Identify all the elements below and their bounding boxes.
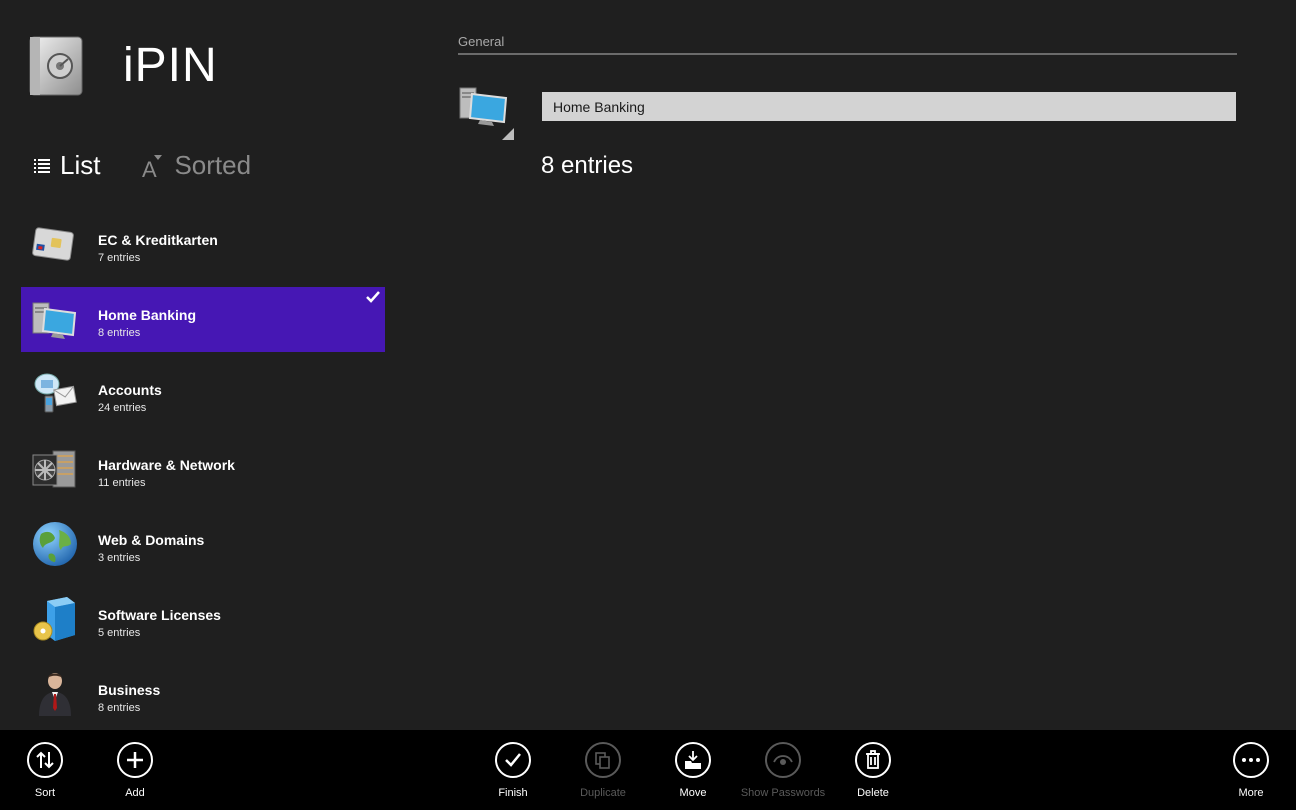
move-button[interactable]: Move bbox=[648, 742, 738, 799]
category-item-ec-kreditkarten[interactable]: EC & Kreditkarten 7 entries bbox=[21, 212, 385, 277]
category-item-accounts[interactable]: Accounts 24 entries bbox=[21, 362, 385, 427]
category-count: 8 entries bbox=[98, 327, 141, 339]
sort-label: Sort bbox=[34, 787, 56, 799]
category-count: 24 entries bbox=[98, 402, 147, 414]
category-count: 8 entries bbox=[98, 702, 141, 714]
hardware-icon bbox=[32, 450, 76, 488]
svg-text:A: A bbox=[142, 157, 157, 179]
delete-label: Delete bbox=[857, 787, 889, 799]
trash-icon bbox=[866, 750, 880, 769]
category-item-hardware-network[interactable]: Hardware & Network 11 entries bbox=[21, 437, 385, 502]
category-item-software-licenses[interactable]: Software Licenses 5 entries bbox=[21, 587, 385, 652]
delete-button[interactable]: Delete bbox=[828, 742, 918, 799]
category-name-input[interactable] bbox=[542, 92, 1236, 121]
duplicate-label: Duplicate bbox=[580, 787, 626, 799]
computer-icon bbox=[32, 302, 77, 339]
entry-count: 8 entries bbox=[541, 152, 634, 179]
category-name: Software Licenses bbox=[98, 607, 221, 623]
category-icon-picker[interactable] bbox=[458, 84, 514, 140]
category-name: Accounts bbox=[98, 382, 162, 398]
list-view-label: List bbox=[60, 150, 101, 180]
credit-card-icon bbox=[32, 227, 74, 261]
group-header: General bbox=[458, 34, 505, 49]
globe-icon bbox=[33, 522, 77, 566]
category-name: Hardware & Network bbox=[98, 457, 235, 473]
category-count: 3 entries bbox=[98, 552, 141, 564]
finish-button[interactable]: Finish bbox=[468, 742, 558, 799]
finish-label: Finish bbox=[498, 787, 528, 799]
eye-icon bbox=[773, 755, 793, 765]
category-item-home-banking[interactable]: Home Banking 8 entries bbox=[21, 287, 385, 352]
more-label: More bbox=[1238, 787, 1264, 799]
group-divider bbox=[458, 53, 1237, 55]
add-label: Add bbox=[125, 787, 145, 799]
app-bar: Sort Add Finish Duplicate Move Show Pass… bbox=[0, 730, 1296, 810]
category-name: EC & Kreditkarten bbox=[98, 232, 218, 248]
more-button[interactable]: More bbox=[1206, 742, 1296, 799]
app-title: iPIN bbox=[123, 39, 218, 92]
category-count: 5 entries bbox=[98, 627, 141, 639]
software-box-icon bbox=[33, 597, 75, 641]
show-passwords-button[interactable]: Show Passwords bbox=[738, 742, 828, 799]
category-list: EC & Kreditkarten 7 entries Home Banking… bbox=[21, 212, 385, 737]
category-count: 11 entries bbox=[98, 477, 146, 489]
more-ellipsis-icon bbox=[1242, 758, 1260, 762]
plus-icon bbox=[127, 752, 143, 768]
accounts-icon bbox=[34, 373, 77, 413]
safe-icon bbox=[29, 36, 83, 96]
add-button[interactable]: Add bbox=[90, 742, 180, 799]
category-item-business[interactable]: Business 8 entries bbox=[21, 662, 385, 727]
list-view-button[interactable]: List bbox=[34, 150, 100, 181]
list-icon bbox=[34, 158, 50, 173]
category-count: 7 entries bbox=[98, 252, 141, 264]
selected-check-icon bbox=[366, 291, 380, 303]
duplicate-icon bbox=[595, 752, 610, 769]
sorted-view-button[interactable]: A Sorted bbox=[142, 150, 251, 181]
sort-button[interactable]: Sort bbox=[0, 742, 90, 799]
sorted-view-label: Sorted bbox=[174, 150, 252, 180]
category-name: Web & Domains bbox=[98, 532, 205, 548]
businessman-icon bbox=[39, 673, 71, 716]
category-item-web-domains[interactable]: Web & Domains 3 entries bbox=[21, 512, 385, 577]
app-window: iPIN List A Sorted EC & Kreditkarten 7 e… bbox=[0, 0, 1296, 810]
sort-icon bbox=[36, 751, 54, 769]
category-name: Business bbox=[98, 682, 161, 698]
move-label: Move bbox=[679, 787, 707, 799]
show-passwords-label: Show Passwords bbox=[740, 787, 826, 799]
duplicate-button[interactable]: Duplicate bbox=[558, 742, 648, 799]
checkmark-icon bbox=[505, 753, 521, 767]
move-to-folder-icon bbox=[685, 751, 701, 769]
category-name: Home Banking bbox=[98, 307, 197, 323]
view-toggle: List A Sorted bbox=[34, 150, 293, 181]
sort-alpha-icon: A bbox=[142, 154, 163, 179]
